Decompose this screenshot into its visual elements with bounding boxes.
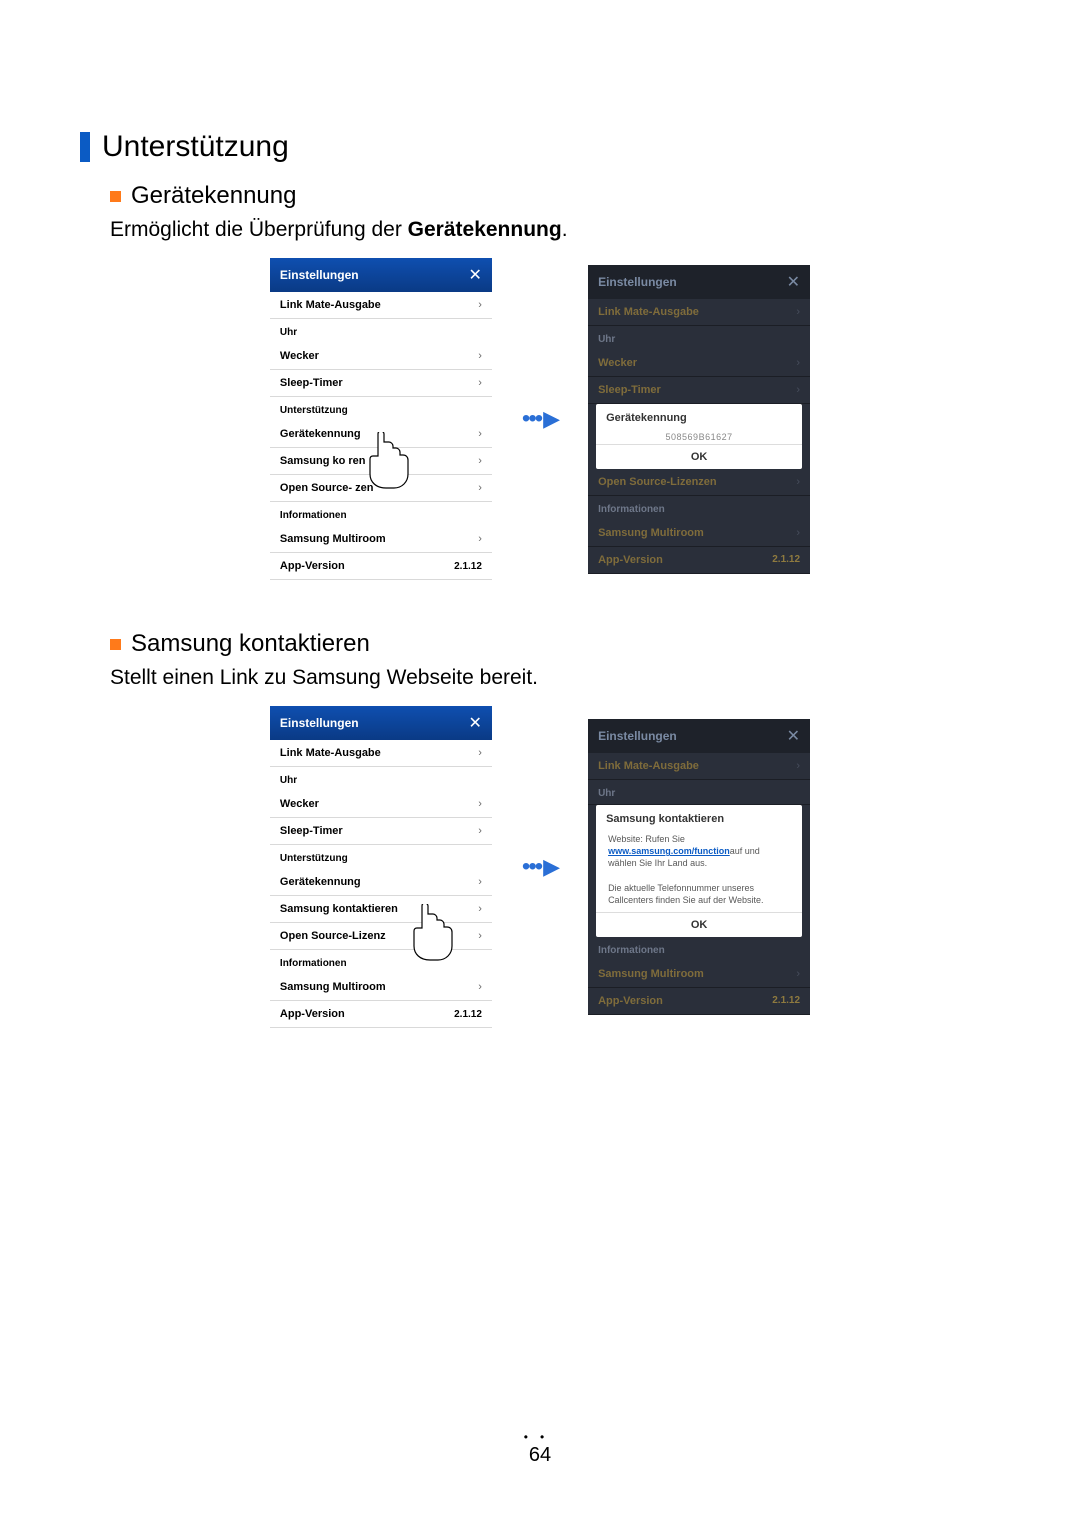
contact-popup: Samsung kontaktieren Website: Rufen Sie …	[596, 805, 802, 937]
group-clock: Uhr	[270, 767, 492, 791]
row-samsung-kontaktieren[interactable]: Samsung ko ren›	[270, 447, 492, 474]
row-wecker[interactable]: Wecker›	[270, 343, 492, 369]
group-support: Unterstützung	[270, 397, 492, 421]
group-info: Informationen	[270, 950, 492, 974]
row-sleep-timer[interactable]: Sleep-Timer›	[270, 817, 492, 844]
page-h1: Unterstützung	[102, 130, 289, 164]
row-sleep-timer[interactable]: Sleep-Timer›	[588, 376, 810, 403]
close-icon[interactable]: ✕	[787, 726, 800, 746]
row-link-mate[interactable]: Link Mate-Ausgabe›	[270, 740, 492, 766]
row-samsung-multiroom[interactable]: Samsung Multiroom›	[588, 961, 810, 987]
popup-title: Gerätekennung	[596, 404, 802, 428]
h1-accent-bar	[80, 132, 90, 162]
device-id-popup: Gerätekennung 508569B61627 OK	[596, 404, 802, 469]
row-app-version: App-Version2.1.12	[270, 1000, 492, 1027]
row-geratekennung[interactable]: Gerätekennung›	[270, 869, 492, 895]
settings-panel-light-2: Einstellungen ✕ Link Mate-Ausgabe› Uhr W…	[270, 706, 492, 1028]
close-icon[interactable]: ✕	[469, 713, 482, 733]
row-samsung-multiroom[interactable]: Samsung Multiroom›	[588, 520, 810, 546]
settings-panel-dark-2: Einstellungen ✕ Link Mate-Ausgabe› Uhr S…	[588, 719, 810, 1015]
panel-title: Einstellungen	[598, 729, 677, 743]
popup-title: Samsung kontaktieren	[596, 805, 802, 829]
settings-panel-dark-1: Einstellungen ✕ Link Mate-Ausgabe› Uhr W…	[588, 265, 810, 574]
close-icon[interactable]: ✕	[469, 265, 482, 285]
section1-desc: Ermöglicht die Überprüfung der Geräteken…	[110, 218, 1000, 242]
popup-ok-button[interactable]: OK	[596, 444, 802, 469]
arrow-right-icon: •••▶	[522, 853, 558, 881]
section2-desc: Stellt einen Link zu Samsung Webseite be…	[110, 666, 1000, 690]
row-samsung-multiroom[interactable]: Samsung Multiroom›	[270, 974, 492, 1000]
group-info: Informationen	[270, 502, 492, 526]
row-samsung-multiroom[interactable]: Samsung Multiroom›	[270, 526, 492, 552]
figure-row-1: Einstellungen ✕ Link Mate-Ausgabe› Uhr W…	[80, 258, 1000, 580]
group-info: Informationen	[588, 937, 810, 961]
device-id-value: 508569B61627	[596, 428, 802, 444]
row-open-source[interactable]: Open Source- zen›	[270, 474, 492, 501]
panel-title: Einstellungen	[280, 716, 359, 730]
panel-title: Einstellungen	[598, 275, 677, 289]
row-open-source[interactable]: Open Source-Lizenzen›	[588, 469, 810, 495]
close-icon[interactable]: ✕	[787, 272, 800, 292]
section1-title: Gerätekennung	[131, 182, 296, 210]
row-geratekennung[interactable]: Gerätekennung›	[270, 421, 492, 447]
row-app-version: App-Version2.1.12	[588, 546, 810, 573]
row-wecker[interactable]: Wecker›	[270, 791, 492, 817]
h2-bullet-icon	[110, 191, 121, 202]
arrow-right-icon: •••▶	[522, 405, 558, 433]
group-clock: Uhr	[588, 780, 810, 804]
h2-bullet-icon	[110, 639, 121, 650]
samsung-link[interactable]: www.samsung.com/function	[608, 846, 730, 856]
row-app-version: App-Version2.1.12	[588, 987, 810, 1014]
row-link-mate[interactable]: Link Mate-Ausgabe›	[588, 753, 810, 779]
settings-panel-light-1: Einstellungen ✕ Link Mate-Ausgabe› Uhr W…	[270, 258, 492, 580]
row-samsung-kontaktieren[interactable]: Samsung kontaktieren›	[270, 895, 492, 922]
page-footer: •• 64	[0, 1430, 1080, 1467]
page-number: 64	[0, 1444, 1080, 1467]
group-info: Informationen	[588, 496, 810, 520]
group-support: Unterstützung	[270, 845, 492, 869]
figure-row-2: Einstellungen ✕ Link Mate-Ausgabe› Uhr W…	[80, 706, 1000, 1028]
panel-title: Einstellungen	[280, 268, 359, 282]
footer-dots-icon: ••	[0, 1430, 1080, 1444]
row-open-source[interactable]: Open Source-Lizenz›	[270, 922, 492, 949]
row-app-version: App-Version2.1.12	[270, 552, 492, 579]
section2-title: Samsung kontaktieren	[131, 630, 370, 658]
group-clock: Uhr	[270, 319, 492, 343]
popup-body: Website: Rufen Sie www.samsung.com/funct…	[596, 829, 802, 912]
row-link-mate[interactable]: Link Mate-Ausgabe›	[270, 292, 492, 318]
row-sleep-timer[interactable]: Sleep-Timer›	[270, 369, 492, 396]
row-link-mate[interactable]: Link Mate-Ausgabe›	[588, 299, 810, 325]
group-clock: Uhr	[588, 326, 810, 350]
row-wecker[interactable]: Wecker›	[588, 350, 810, 376]
popup-ok-button[interactable]: OK	[596, 912, 802, 937]
